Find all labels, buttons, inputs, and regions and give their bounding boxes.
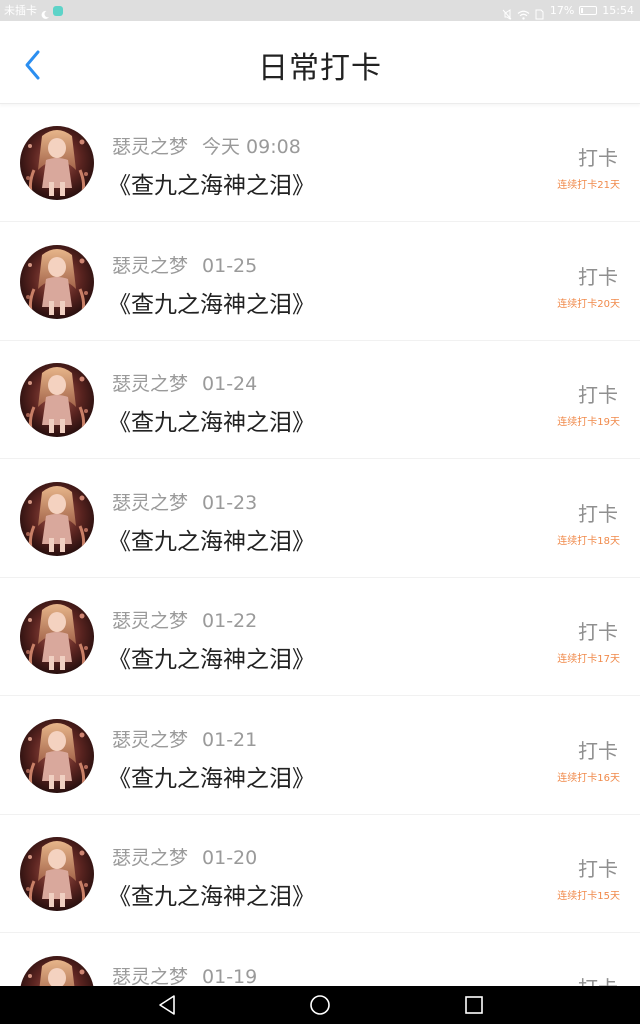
streak-label: 连续打卡15天 (557, 891, 620, 902)
checkin-button[interactable]: 打卡 (578, 261, 618, 290)
battery-fill (581, 8, 584, 13)
checkin-button[interactable]: 打卡 (578, 379, 618, 408)
avatar[interactable] (20, 126, 94, 200)
avatar-image (20, 600, 94, 674)
status-bar-right: 17% 15:54 (502, 0, 634, 21)
checkin-record-row[interactable]: 瑟灵之梦 01-24 《查九之海神之泪》 打卡 连续打卡19天 (0, 341, 640, 459)
book-title[interactable]: 《查九之海神之泪》 (108, 166, 315, 200)
record-meta: 瑟灵之梦 01-24 (112, 369, 257, 396)
checkin-record-row[interactable]: 瑟灵之梦 01-23 《查九之海神之泪》 打卡 连续打卡18天 (0, 460, 640, 578)
avatar-image (20, 837, 94, 911)
avatar-image (20, 363, 94, 437)
battery-icon (579, 6, 598, 15)
book-title[interactable]: 《查九之海神之泪》 (108, 522, 315, 556)
carrier-text: 未插卡 (4, 4, 37, 17)
checkin-button[interactable]: 打卡 (578, 735, 618, 764)
app-screen: 未插卡 17% 15:54 日常打卡 瑟灵之梦 今天 09:08 《查九之海神之… (0, 0, 640, 1024)
record-date: 01-22 (202, 610, 258, 632)
checkin-button[interactable]: 打卡 (578, 616, 618, 645)
mute-icon (502, 6, 512, 20)
book-title[interactable]: 《查九之海神之泪》 (108, 877, 315, 911)
notification-icon (53, 5, 63, 16)
username: 瑟灵之梦 (112, 847, 189, 869)
book-title[interactable]: 《查九之海神之泪》 (108, 403, 315, 437)
checkin-button[interactable]: 打卡 (578, 498, 618, 527)
back-triangle-icon[interactable] (156, 994, 180, 1016)
book-title[interactable]: 《查九之海神之泪》 (108, 285, 315, 319)
streak-label: 连续打卡18天 (557, 535, 620, 547)
record-meta: 瑟灵之梦 01-19 (112, 962, 257, 987)
checkin-button[interactable]: 打卡 (578, 142, 618, 171)
avatar-image (20, 955, 94, 986)
checkin-record-row[interactable]: 瑟灵之梦 01-21 《查九之海神之泪》 打卡 连续打卡16天 (0, 697, 640, 815)
avatar[interactable] (20, 363, 94, 437)
checkin-button[interactable]: 打卡 (578, 853, 618, 882)
avatar-image (20, 244, 94, 319)
sim-icon (535, 6, 545, 19)
record-date: 今天 09:08 (202, 136, 301, 158)
username: 瑟灵之梦 (112, 491, 189, 514)
record-date: 01-23 (202, 491, 258, 514)
checkin-record-row[interactable]: 瑟灵之梦 01-20 《查九之海神之泪》 打卡 连续打卡15天 (0, 815, 640, 933)
username: 瑟灵之梦 (112, 136, 189, 158)
checkin-record-row[interactable]: 瑟灵之梦 01-22 《查九之海神之泪》 打卡 连续打卡17天 (0, 578, 640, 696)
streak-label: 连续打卡19天 (557, 417, 620, 428)
streak-label: 连续打卡21天 (557, 180, 620, 191)
username: 瑟灵之梦 (112, 373, 189, 395)
record-meta: 瑟灵之梦 01-22 (112, 606, 257, 633)
clock: 15:54 (602, 4, 634, 17)
streak-label: 连续打卡17天 (557, 654, 620, 665)
streak-label: 连续打卡16天 (557, 772, 620, 784)
wifi-icon (517, 6, 530, 20)
battery-percent: 17% (549, 4, 575, 17)
avatar[interactable] (20, 955, 94, 986)
record-date: 01-20 (202, 847, 258, 869)
record-meta: 瑟灵之梦 01-20 (112, 843, 257, 870)
checkin-list[interactable]: 瑟灵之梦 今天 09:08 《查九之海神之泪》 打卡 连续打卡21天 瑟灵之梦 … (0, 104, 640, 986)
streak-label: 连续打卡20天 (557, 298, 620, 310)
username: 瑟灵之梦 (112, 610, 189, 632)
record-meta: 瑟灵之梦 01-23 (112, 488, 257, 515)
checkin-record-row[interactable]: 瑟灵之梦 01-25 《查九之海神之泪》 打卡 连续打卡20天 (0, 223, 640, 341)
username: 瑟灵之梦 (112, 965, 189, 987)
book-title[interactable]: 《查九之海神之泪》 (108, 640, 315, 674)
page-title: 日常打卡 (258, 51, 382, 86)
avatar[interactable] (20, 837, 94, 911)
username: 瑟灵之梦 (112, 254, 189, 277)
checkin-record-row[interactable]: 瑟灵之梦 今天 09:08 《查九之海神之泪》 打卡 连续打卡21天 (0, 104, 640, 222)
avatar[interactable] (20, 600, 94, 674)
system-nav-bar (0, 986, 640, 1024)
status-bar: 未插卡 17% 15:54 (0, 0, 640, 21)
record-date: 01-21 (202, 728, 258, 751)
avatar[interactable] (20, 244, 94, 319)
avatar-image (20, 718, 94, 793)
header-bar: 日常打卡 (0, 21, 640, 104)
record-date: 01-25 (202, 254, 258, 277)
record-meta: 瑟灵之梦 01-21 (112, 725, 257, 752)
record-date: 01-24 (202, 373, 258, 395)
home-circle-icon[interactable] (308, 994, 332, 1016)
avatar-image (20, 481, 94, 556)
record-date: 01-19 (202, 965, 258, 987)
avatar[interactable] (20, 718, 94, 793)
book-title[interactable]: 《查九之海神之泪》 (108, 759, 315, 793)
status-bar-left: 未插卡 (4, 0, 63, 21)
avatar-image (20, 126, 94, 200)
moon-icon (40, 6, 50, 19)
username: 瑟灵之梦 (112, 728, 189, 751)
checkin-record-row[interactable]: 瑟灵之梦01-19 《查九之海神之泪》 打卡 连续打卡14天 (0, 934, 640, 987)
record-meta: 瑟灵之梦 01-25 (112, 251, 257, 278)
checkin-button[interactable]: 打卡 (578, 972, 618, 987)
avatar[interactable] (20, 481, 94, 556)
record-meta: 瑟灵之梦 今天 09:08 (112, 132, 301, 159)
recents-square-icon[interactable] (462, 994, 486, 1016)
